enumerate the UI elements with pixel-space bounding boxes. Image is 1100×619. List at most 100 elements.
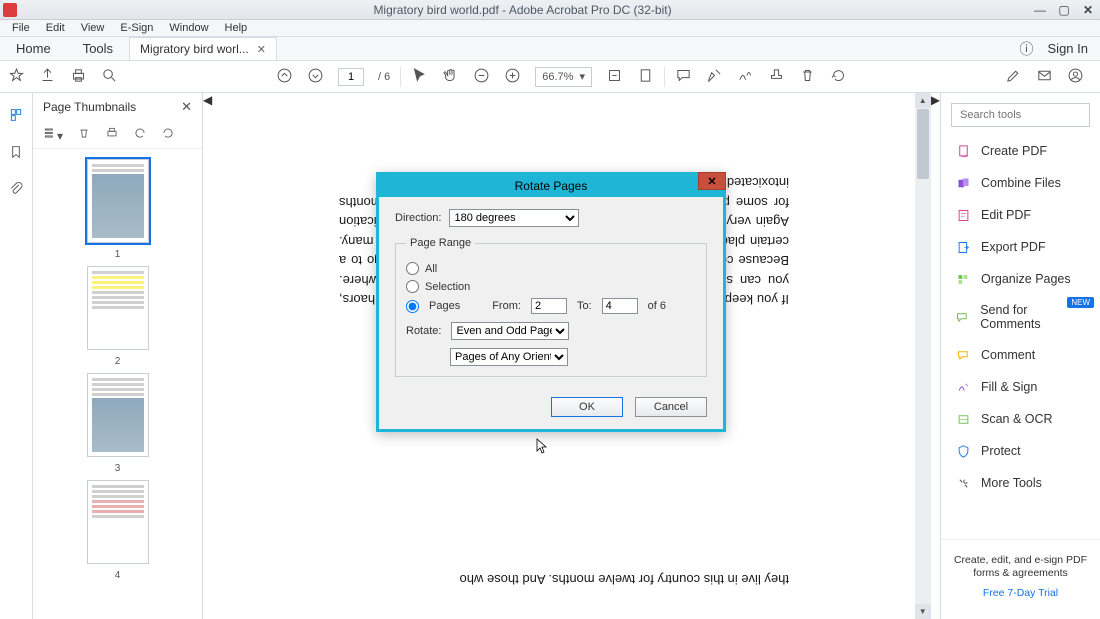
comment-icon[interactable] xyxy=(675,67,692,87)
pen-icon[interactable] xyxy=(1005,67,1022,87)
thumb-delete-icon[interactable] xyxy=(77,126,91,143)
panel-collapse-right[interactable]: ▶ xyxy=(931,93,940,619)
close-window-button[interactable]: ✕ xyxy=(1076,1,1100,19)
hand-icon[interactable] xyxy=(442,67,459,87)
tab-home[interactable]: Home xyxy=(0,37,67,60)
tool-protect[interactable]: Protect xyxy=(941,435,1100,467)
vertical-scrollbar[interactable]: ▲ ▼ xyxy=(915,93,931,619)
menubar: File Edit View E-Sign Window Help xyxy=(0,20,1100,37)
pointer-icon[interactable] xyxy=(411,67,428,87)
tab-document[interactable]: Migratory bird worl... ✕ xyxy=(129,37,277,60)
footer-trial-link[interactable]: Free 7-Day Trial xyxy=(951,587,1090,599)
export-pdf-icon xyxy=(955,239,971,255)
menu-file[interactable]: File xyxy=(4,22,38,34)
to-input[interactable] xyxy=(602,298,638,314)
thumbnails-close-icon[interactable]: ✕ xyxy=(181,99,192,115)
document-text-1: they live in this country for twelve mon… xyxy=(339,570,789,590)
rotate-orientation-select[interactable]: Pages of Any Orientation xyxy=(450,348,568,366)
mail-icon[interactable] xyxy=(1036,67,1053,87)
thumb-rotate-cw-icon[interactable] xyxy=(161,126,175,143)
radio-selection[interactable] xyxy=(406,280,419,293)
sign-icon[interactable] xyxy=(737,67,754,87)
maximize-button[interactable]: ▢ xyxy=(1052,1,1076,19)
print-icon[interactable] xyxy=(70,67,87,87)
tool-edit-pdf[interactable]: Edit PDF xyxy=(941,199,1100,231)
tab-tools[interactable]: Tools xyxy=(67,37,129,60)
scroll-down-icon[interactable]: ▼ xyxy=(915,604,931,619)
tool-export-pdf[interactable]: Export PDF xyxy=(941,231,1100,263)
tool-fill-sign[interactable]: Fill & Sign xyxy=(941,371,1100,403)
star-icon[interactable] xyxy=(8,67,25,87)
page-down-icon[interactable] xyxy=(307,67,324,87)
tool-comment[interactable]: Comment xyxy=(941,339,1100,371)
direction-label: Direction: xyxy=(395,212,441,224)
dialog-titlebar[interactable]: Rotate Pages ✕ xyxy=(379,175,723,197)
panel-collapse-left[interactable]: ◀ xyxy=(203,93,212,619)
thumb-print-icon[interactable] xyxy=(105,126,119,143)
page-up-icon[interactable] xyxy=(276,67,293,87)
tool-organize-pages[interactable]: Organize Pages xyxy=(941,263,1100,295)
tool-combine-files[interactable]: Combine Files xyxy=(941,167,1100,199)
rotate-parity-select[interactable]: Even and Odd Pages xyxy=(451,322,569,340)
tab-document-close-icon[interactable]: ✕ xyxy=(257,43,266,56)
menu-view[interactable]: View xyxy=(73,22,113,34)
tool-label: Protect xyxy=(981,444,1021,458)
minimize-button[interactable]: — xyxy=(1028,1,1052,19)
tool-send-comments[interactable]: NEWSend for Comments xyxy=(941,295,1100,339)
help-icon[interactable]: ⓘ xyxy=(1020,39,1034,59)
attachment-rail-icon[interactable] xyxy=(8,181,24,200)
bookmark-rail-icon[interactable] xyxy=(8,144,24,163)
thumb-options-icon[interactable]: ▾ xyxy=(43,126,63,143)
menu-edit[interactable]: Edit xyxy=(38,22,73,34)
thumb-rotate-ccw-icon[interactable] xyxy=(133,126,147,143)
radio-pages[interactable] xyxy=(406,300,419,313)
page-range-group: Page Range All Selection Pages From: To:… xyxy=(395,237,707,377)
profile-icon[interactable] xyxy=(1067,67,1084,87)
rotate-icon[interactable] xyxy=(830,67,847,87)
scroll-up-icon[interactable]: ▲ xyxy=(915,93,931,108)
menu-help[interactable]: Help xyxy=(217,22,256,34)
fill-sign-icon xyxy=(955,379,971,395)
thumbnail-3[interactable] xyxy=(87,373,149,457)
organize-pages-icon xyxy=(955,271,971,287)
thumbnail-2[interactable] xyxy=(87,266,149,350)
page-total-label: / 6 xyxy=(378,71,390,83)
rotate-label: Rotate: xyxy=(406,325,441,337)
thumbnail-4[interactable] xyxy=(87,480,149,564)
page-number-input[interactable] xyxy=(338,68,364,86)
tool-label: Export PDF xyxy=(981,240,1046,254)
ok-button[interactable]: OK xyxy=(551,397,623,417)
dialog-close-button[interactable]: ✕ xyxy=(698,172,726,190)
upload-icon[interactable] xyxy=(39,67,56,87)
scrollbar-thumb[interactable] xyxy=(917,109,929,179)
search-tools-input[interactable] xyxy=(951,103,1090,127)
search-glass-icon[interactable] xyxy=(101,67,118,87)
thumbnail-2-number: 2 xyxy=(115,356,121,367)
thumbnail-1[interactable] xyxy=(87,159,149,243)
from-input[interactable] xyxy=(531,298,567,314)
tool-label: Edit PDF xyxy=(981,208,1031,222)
direction-select[interactable]: 180 degrees xyxy=(449,209,579,227)
fit-width-icon[interactable] xyxy=(606,67,623,87)
radio-pages-label: Pages xyxy=(429,300,460,312)
fit-page-icon[interactable] xyxy=(637,67,654,87)
zoom-out-icon[interactable] xyxy=(473,67,490,87)
menu-window[interactable]: Window xyxy=(161,22,216,34)
rotate-pages-dialog: Rotate Pages ✕ Direction: 180 degrees Pa… xyxy=(376,172,726,432)
stamp-icon[interactable] xyxy=(768,67,785,87)
radio-all[interactable] xyxy=(406,262,419,275)
highlight-icon[interactable] xyxy=(706,67,723,87)
cancel-button[interactable]: Cancel xyxy=(635,397,707,417)
tool-scan-ocr[interactable]: Scan & OCR xyxy=(941,403,1100,435)
signin-link[interactable]: Sign In xyxy=(1048,41,1088,56)
send-comments-icon xyxy=(955,309,970,325)
thumbnails-rail-icon[interactable] xyxy=(8,107,24,126)
menu-esign[interactable]: E-Sign xyxy=(112,22,161,34)
tool-more-tools[interactable]: More Tools xyxy=(941,467,1100,499)
zoom-dropdown[interactable]: 66.7%▾ xyxy=(535,67,592,87)
more-tools-icon xyxy=(955,475,971,491)
tool-create-pdf[interactable]: Create PDF xyxy=(941,135,1100,167)
zoom-in-icon[interactable] xyxy=(504,67,521,87)
trash-icon[interactable] xyxy=(799,67,816,87)
create-pdf-icon xyxy=(955,143,971,159)
